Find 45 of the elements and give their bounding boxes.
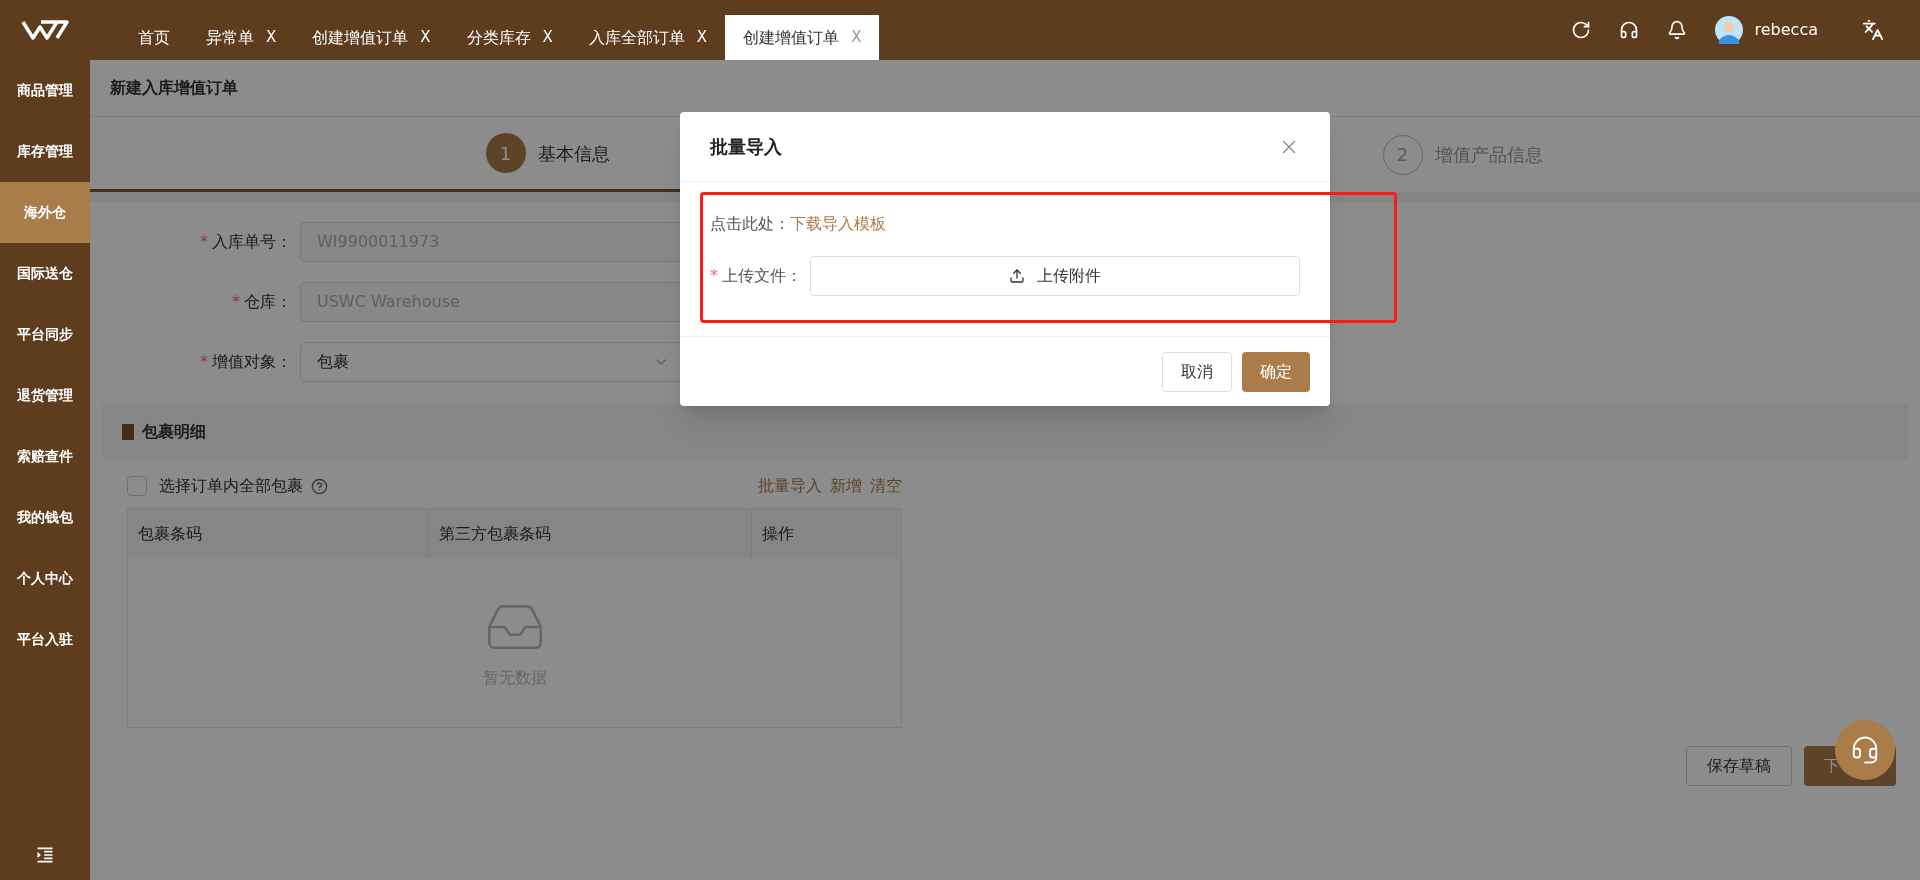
field-label: 入库单号： <box>212 231 292 253</box>
required-mark: * <box>232 291 240 313</box>
tab-close[interactable]: X <box>696 26 708 49</box>
step-number: 1 <box>485 133 526 173</box>
required-mark: * <box>710 265 718 287</box>
upload-label: 上传文件： <box>722 265 802 287</box>
upload-button[interactable]: 上传附件 <box>810 256 1300 296</box>
sidebar-item[interactable]: 退货管理 <box>0 365 90 426</box>
sidebar-item[interactable]: 我的钱包 <box>0 487 90 548</box>
sidebar-item[interactable]: 海外仓 <box>0 182 90 243</box>
step-label: 基本信息 <box>537 141 610 166</box>
download-template-link[interactable]: 下载导入模板 <box>790 212 886 236</box>
page-tab[interactable]: 分类库存 X <box>448 15 571 60</box>
tab-close[interactable]: X <box>420 26 431 49</box>
cancel-button[interactable]: 取消 <box>1162 351 1232 392</box>
column-header: 第三方包裹条码 <box>428 509 751 559</box>
checkbox-label: 选择订单内全部包裹 <box>159 475 303 497</box>
column-header: 包裹条码 <box>137 523 203 545</box>
tab-close[interactable]: X <box>266 26 277 49</box>
sidebar-item[interactable]: 平台入驻 <box>0 609 90 670</box>
section-title: 包裹明细 <box>142 420 206 443</box>
secondary-button[interactable]: 保存草稿 <box>1686 746 1792 786</box>
dialog-title: 批量导入 <box>710 135 782 159</box>
required-mark: * <box>200 231 208 253</box>
username[interactable]: rebecca <box>1754 18 1818 42</box>
confirm-button[interactable]: 确定 <box>1242 351 1310 392</box>
sidebar-item[interactable]: 库存管理 <box>0 121 90 182</box>
field-label: 仓库： <box>244 291 292 313</box>
page-tab[interactable]: 异常单 X <box>188 15 295 60</box>
template-prompt: 点击此处： <box>710 213 790 235</box>
page-tab[interactable]: 创建增值订单 X <box>294 15 449 60</box>
page-tab[interactable]: 入库全部订单 X <box>570 15 726 60</box>
sidebar-item[interactable]: 平台同步 <box>0 304 90 365</box>
sidebar-item[interactable]: 个人中心 <box>0 548 90 609</box>
page-title: 新建入库增值订单 <box>110 77 238 99</box>
sidebar-item[interactable]: 国际送仓 <box>0 243 90 304</box>
page-tab[interactable]: 创建增值订单 X <box>725 15 880 60</box>
field-label: 增值对象： <box>212 351 292 373</box>
sidebar-item[interactable]: 索赔查件 <box>0 426 90 487</box>
column-header: 操作 <box>751 509 901 559</box>
page-tab[interactable]: 首页 <box>120 15 188 60</box>
required-mark: * <box>200 351 208 373</box>
sidebar-item[interactable]: 商品管理 <box>0 60 90 121</box>
tab-close[interactable]: X <box>542 26 553 49</box>
step-label: 增值产品信息 <box>1434 143 1543 167</box>
